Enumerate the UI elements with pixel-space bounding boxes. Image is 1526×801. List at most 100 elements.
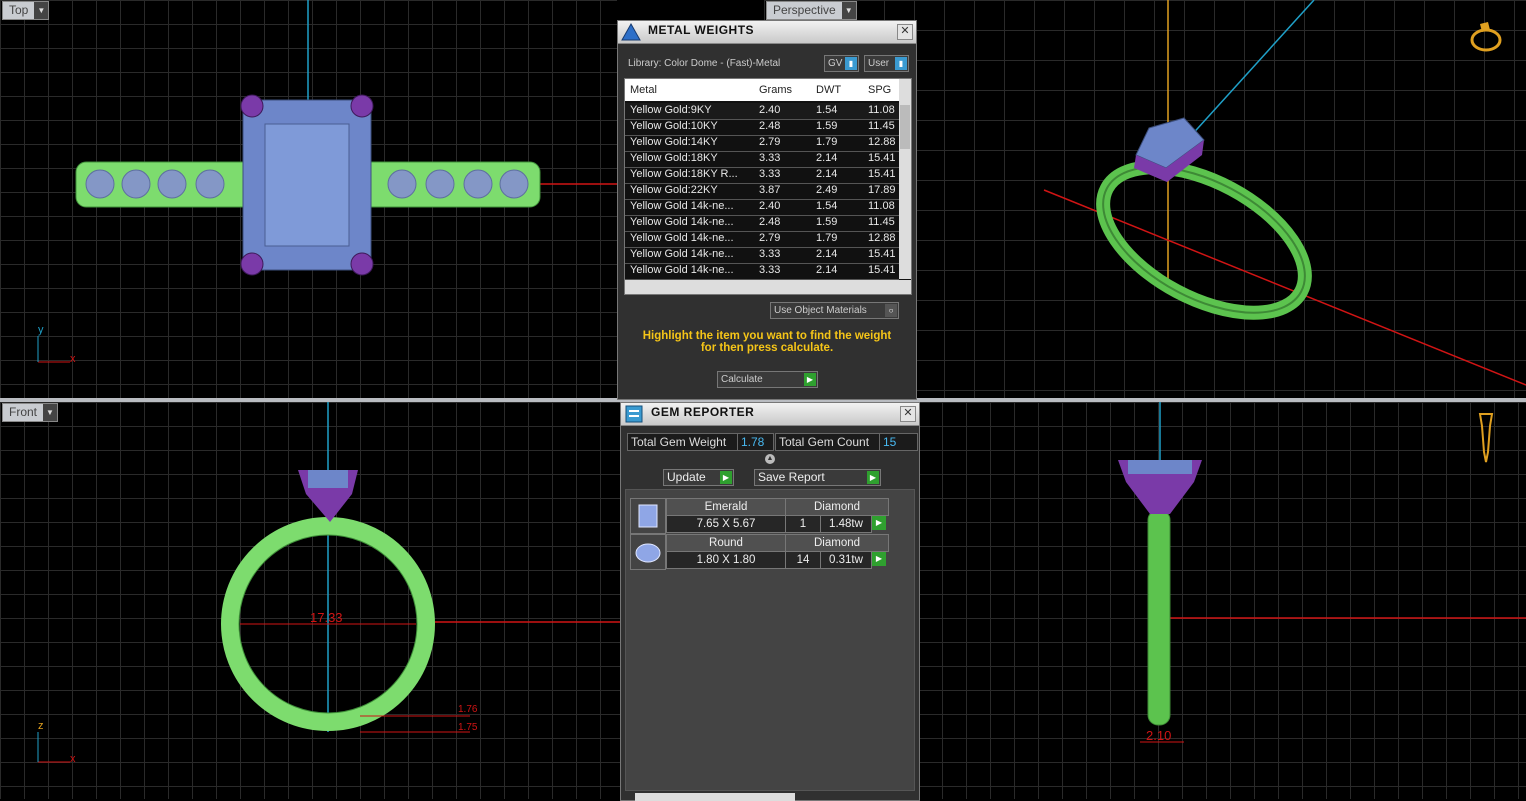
column-header-dwt[interactable]: DWT [816,84,841,96]
update-label: Update [667,470,706,484]
cell-dwt: 2.14 [816,264,838,276]
cell-dwt: 1.79 [816,232,838,244]
cell-dwt: 1.54 [816,200,838,212]
cell-grams: 2.79 [759,136,781,148]
cell-metal: Yellow Gold 14k-ne... [630,248,734,260]
scroll-thumb[interactable] [900,105,910,149]
cell-metal: Yellow Gold:14KY [630,136,718,148]
cell-grams: 3.33 [759,152,781,164]
table-row[interactable]: Yellow Gold 14k-ne... 2.79 1.79 12.88 [625,231,899,248]
gem-count: 14 [785,551,821,569]
cell-grams: 3.33 [759,264,781,276]
table-row[interactable]: Yellow Gold:18KY 3.33 2.14 15.41 [625,151,899,168]
gem-reporter-panel: GEM REPORTER ✕ Total Gem Weight 1.78 Tot… [620,402,920,801]
cell-grams: 3.33 [759,248,781,260]
cell-dwt: 1.54 [816,104,838,116]
axis-label-z: z [38,720,44,732]
gem-shape-icon [630,534,666,570]
pen-tool-icon[interactable] [1476,412,1496,466]
save-report-label: Save Report [758,470,825,484]
cell-spg: 11.45 [868,120,895,132]
cell-grams: 2.40 [759,200,781,212]
gem-size: 7.65 X 5.67 [666,515,786,533]
gem-row[interactable]: Round Diamond 1.80 X 1.80 14 0.31tw ▶ [630,534,889,570]
chevron-down-icon[interactable]: ▼ [841,2,856,19]
viewport-side[interactable]: 2.10 [918,402,1526,799]
gem-row[interactable]: Emerald Diamond 7.65 X 5.67 1 1.48tw ▶ [630,498,889,534]
user-toggle[interactable]: User ▮ [864,55,909,72]
gv-indicator-icon: ▮ [845,57,857,70]
update-button[interactable]: Update ▶ [663,469,734,486]
cell-grams: 2.48 [759,216,781,228]
cell-spg: 11.45 [868,216,895,228]
metal-weights-panel: METAL WEIGHTS ✕ Library: Color Dome - (F… [617,20,917,400]
viewport-label-front[interactable]: Front ▼ [2,403,59,422]
cell-dwt: 2.14 [816,248,838,260]
cell-spg: 15.41 [868,264,896,276]
cell-spg: 11.08 [868,200,895,212]
gem-shape: Emerald [666,498,786,516]
table-row[interactable]: Yellow Gold:22KY 3.87 2.49 17.89 [625,183,899,200]
calculate-button[interactable]: Calculate ▶ [717,371,818,388]
close-icon[interactable]: ✕ [900,406,916,422]
table-row[interactable]: Yellow Gold:9KY 2.40 1.54 11.08 [625,103,899,120]
metal-table-hscrollbar[interactable] [625,280,911,294]
bottom-dropdown[interactable] [635,793,795,801]
cell-metal: Yellow Gold:10KY [630,120,718,132]
cell-dwt: 2.14 [816,168,838,180]
panel-title: METAL WEIGHTS [648,23,755,37]
cell-dwt: 1.59 [816,216,838,228]
dimension-label-diameter: 17.33 [310,610,343,625]
table-row[interactable]: Yellow Gold 14k-ne... 2.40 1.54 11.08 [625,199,899,216]
axis-label-y: y [38,324,44,336]
table-row[interactable]: Yellow Gold:18KY R... 3.33 2.14 15.41 [625,167,899,184]
report-icon [625,405,643,423]
axis-label-x: x [70,753,76,765]
close-icon[interactable]: ✕ [897,24,913,40]
metal-table-header: Metal Grams DWT SPG [625,79,899,101]
play-icon: ▶ [804,373,816,386]
use-object-materials-toggle[interactable]: Use Object Materials ○ [770,302,899,319]
cell-spg: 15.41 [868,168,896,180]
play-icon[interactable]: ▶ [872,552,886,566]
metal-table-vscrollbar[interactable] [899,79,911,279]
gv-label: GV [828,58,843,69]
gem-shape: Round [666,534,786,552]
radio-icon: ○ [885,304,897,317]
column-header-metal[interactable]: Metal [630,84,657,96]
gem-size: 1.80 X 1.80 [666,551,786,569]
viewport-label-top[interactable]: Top ▼ [2,1,50,20]
play-icon: ▶ [867,471,879,484]
cell-metal: Yellow Gold 14k-ne... [630,264,734,276]
viewport-label-text: Top [9,3,29,17]
gem-material: Diamond [785,498,889,516]
column-header-spg[interactable]: SPG [868,84,891,96]
metal-weights-titlebar[interactable]: METAL WEIGHTS ✕ [618,21,916,44]
table-row[interactable]: Yellow Gold 14k-ne... 2.48 1.59 11.45 [625,215,899,232]
cell-spg: 12.88 [868,232,896,244]
play-icon[interactable]: ▶ [872,516,886,530]
gv-toggle[interactable]: GV ▮ [824,55,859,72]
table-row[interactable]: Yellow Gold 14k-ne... 3.33 2.14 15.41 [625,263,899,280]
side-view-scene [1118,402,1526,743]
table-row[interactable]: Yellow Gold:14KY 2.79 1.79 12.88 [625,135,899,152]
table-row[interactable]: Yellow Gold 14k-ne... 3.33 2.14 15.41 [625,247,899,264]
gem-reporter-titlebar[interactable]: GEM REPORTER ✕ [621,403,919,426]
collapse-toggle-icon[interactable]: ▲ [765,454,775,464]
column-header-grams[interactable]: Grams [759,84,792,96]
cell-grams: 2.40 [759,104,781,116]
ring-navigator-icon[interactable] [1466,16,1506,56]
table-row[interactable]: Yellow Gold:10KY 2.48 1.59 11.45 [625,119,899,136]
viewport-label-perspective[interactable]: Perspective ▼ [766,1,857,20]
play-icon: ▶ [720,471,732,484]
viewport-front[interactable]: Front ▼ 17.33 1.76 1.75 z x [0,402,620,799]
cell-metal: Yellow Gold 14k-ne... [630,200,734,212]
cell-spg: 15.41 [868,152,896,164]
save-report-button[interactable]: Save Report ▶ [754,469,881,486]
viewport-top[interactable]: Top ▼ y x [0,0,617,398]
metal-table[interactable]: Metal Grams DWT SPG Yellow Gold:9KY 2.40 1… [624,78,912,295]
gem-list: Emerald Diamond 7.65 X 5.67 1 1.48tw ▶ Round Di… [625,489,915,791]
chevron-down-icon[interactable]: ▼ [43,404,58,421]
gem-shape-icon [630,498,666,534]
chevron-down-icon[interactable]: ▼ [34,2,49,19]
